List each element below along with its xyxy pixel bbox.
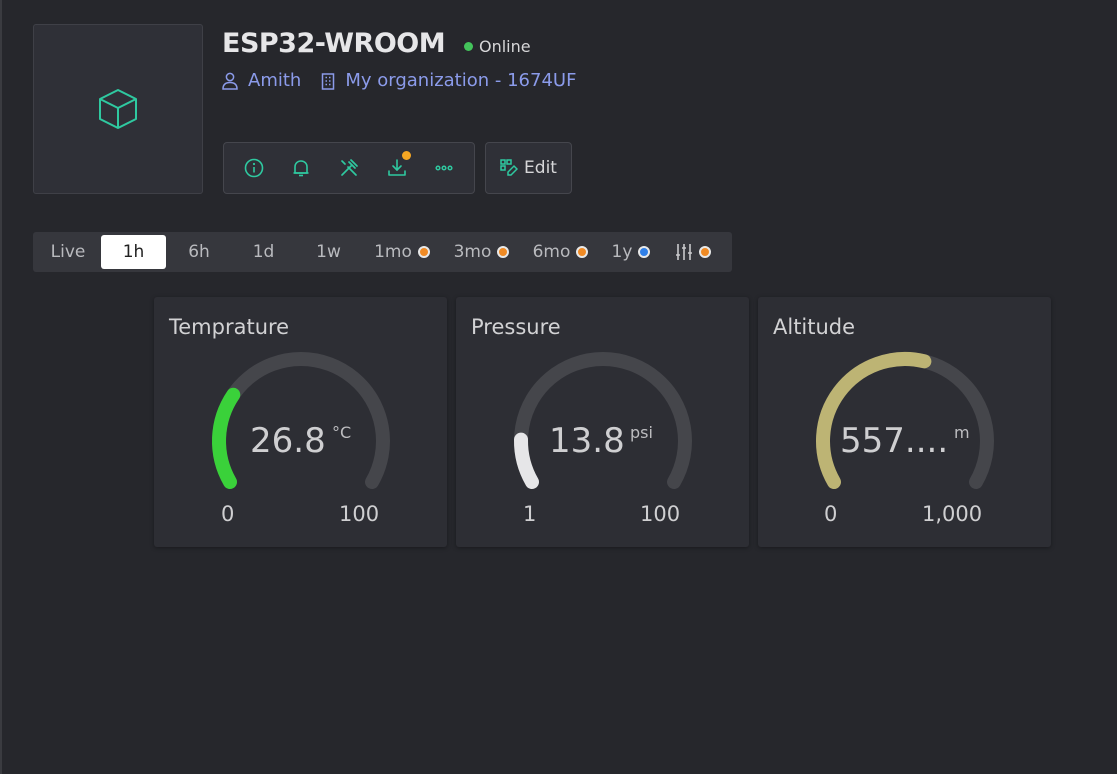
range-label: 6h xyxy=(188,242,210,262)
owner-link[interactable]: Amith xyxy=(222,70,301,91)
status-label: Online xyxy=(479,37,531,56)
info-icon xyxy=(244,158,264,178)
range-label: 1d xyxy=(252,242,275,262)
range-6h[interactable]: 6h xyxy=(166,235,232,269)
info-button[interactable] xyxy=(236,150,272,186)
gauge-fill xyxy=(212,387,241,489)
more-button[interactable] xyxy=(426,150,462,186)
premium-dot xyxy=(417,246,430,258)
bell-icon xyxy=(293,160,309,177)
download-badge xyxy=(401,151,411,160)
edit-dashboard-icon xyxy=(500,159,519,176)
gauge-fill xyxy=(514,432,539,489)
tools-icon xyxy=(341,159,358,176)
range-6mo[interactable]: 6mo xyxy=(521,235,600,269)
user-icon xyxy=(222,72,238,90)
device-thumbnail[interactable] xyxy=(33,24,203,194)
range-label: 1w xyxy=(316,242,341,262)
range-label: 1mo xyxy=(374,242,412,262)
gauge-value: 26.8 xyxy=(250,421,326,461)
widget-altitude[interactable]: Altitude 557.... m 0 1,000 xyxy=(758,297,1051,547)
gauge-min: 1 xyxy=(523,502,537,526)
range-live[interactable]: Live xyxy=(35,235,101,269)
gauge-min: 0 xyxy=(824,502,838,526)
status-dot xyxy=(464,42,473,51)
range-label: 6mo xyxy=(532,242,571,262)
premium-dot xyxy=(576,246,589,258)
range-1y[interactable]: 1y xyxy=(600,235,662,269)
download-icon xyxy=(387,159,406,176)
range-label: 1y xyxy=(611,242,633,262)
gauge-unit: m xyxy=(954,423,970,442)
premium-dot xyxy=(638,246,651,258)
time-range-selector: Live 1h 6h 1d 1w 1mo 3mo 6mo 1y xyxy=(33,232,732,272)
gauge-unit: °C xyxy=(332,423,352,442)
organization-link[interactable]: My organization - 1674UF xyxy=(321,70,576,91)
download-button[interactable] xyxy=(379,150,415,186)
more-icon xyxy=(435,165,453,171)
range-1d[interactable]: 1d xyxy=(232,235,295,269)
organization-name: My organization - 1674UF xyxy=(345,70,577,91)
range-1w[interactable]: 1w xyxy=(295,235,362,269)
sliders-icon xyxy=(676,244,692,260)
range-1h[interactable]: 1h xyxy=(101,235,166,269)
gauge-max: 100 xyxy=(640,502,681,526)
tools-button[interactable] xyxy=(331,150,367,186)
gauge-max: 100 xyxy=(339,502,380,526)
gauge-value: 13.8 xyxy=(549,421,625,461)
range-3mo[interactable]: 3mo xyxy=(442,235,521,269)
premium-dot xyxy=(699,246,711,258)
left-border xyxy=(0,0,2,774)
gauge-unit: psi xyxy=(630,423,653,442)
gauge-value: 557.... xyxy=(840,421,949,461)
premium-dot xyxy=(497,246,510,258)
range-custom[interactable] xyxy=(662,235,724,269)
range-1mo[interactable]: 1mo xyxy=(362,235,442,269)
range-label: 1h xyxy=(122,242,145,262)
edit-button[interactable]: Edit xyxy=(485,142,572,194)
building-icon xyxy=(322,72,335,90)
range-label: Live xyxy=(50,242,86,262)
device-action-toolbar xyxy=(223,142,475,194)
widget-temperature[interactable]: Temprature 26.8 °C 0 100 xyxy=(154,297,447,547)
range-label: 3mo xyxy=(453,242,492,262)
owner-name: Amith xyxy=(248,70,302,91)
device-meta: Amith My organization - 1674UF xyxy=(222,70,576,91)
widget-pressure[interactable]: Pressure 13.8 psi 1 100 xyxy=(456,297,749,547)
notifications-button[interactable] xyxy=(283,150,319,186)
gauge-min: 0 xyxy=(221,502,235,526)
device-name: ESP32-WROOM xyxy=(222,28,446,59)
edit-label: Edit xyxy=(524,158,557,178)
status-indicator: Online xyxy=(464,37,531,56)
cube-icon xyxy=(99,89,137,129)
gauge-max: 1,000 xyxy=(922,502,983,526)
